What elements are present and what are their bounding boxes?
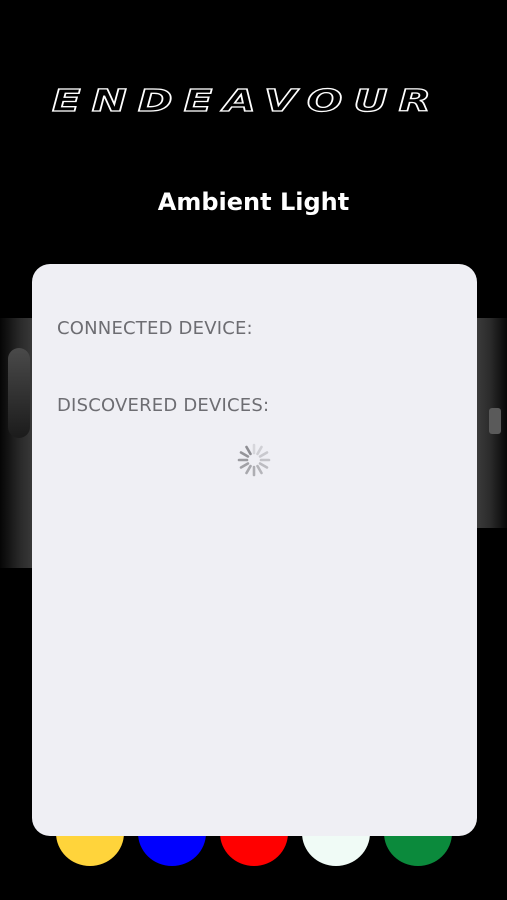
svg-text:ENDEAVOUR: ENDEAVOUR — [52, 84, 442, 118]
spinner-spoke — [258, 451, 269, 458]
spinner-spoke — [245, 445, 252, 456]
spinner-spoke — [256, 464, 263, 475]
connected-device-label: CONNECTED DEVICE: — [57, 318, 253, 339]
discovered-devices-label: DISCOVERED DEVICES: — [57, 395, 270, 416]
page-title: Ambient Light — [157, 188, 350, 216]
spinner-spoke — [239, 462, 250, 469]
spinner-spoke — [239, 451, 250, 458]
spinner-spoke — [256, 445, 263, 456]
brand-logo: ENDEAVOUR — [48, 82, 446, 118]
spinner-spoke — [245, 464, 252, 475]
background-car-interior-right — [475, 318, 507, 528]
background-car-interior-left — [0, 318, 34, 568]
activity-spinner-icon — [237, 443, 271, 477]
device-picker-panel: CONNECTED DEVICE: DISCOVERED DEVICES: — [32, 264, 477, 836]
endeavour-logo-icon: ENDEAVOUR — [51, 83, 442, 118]
spinner-spoke — [258, 462, 269, 469]
